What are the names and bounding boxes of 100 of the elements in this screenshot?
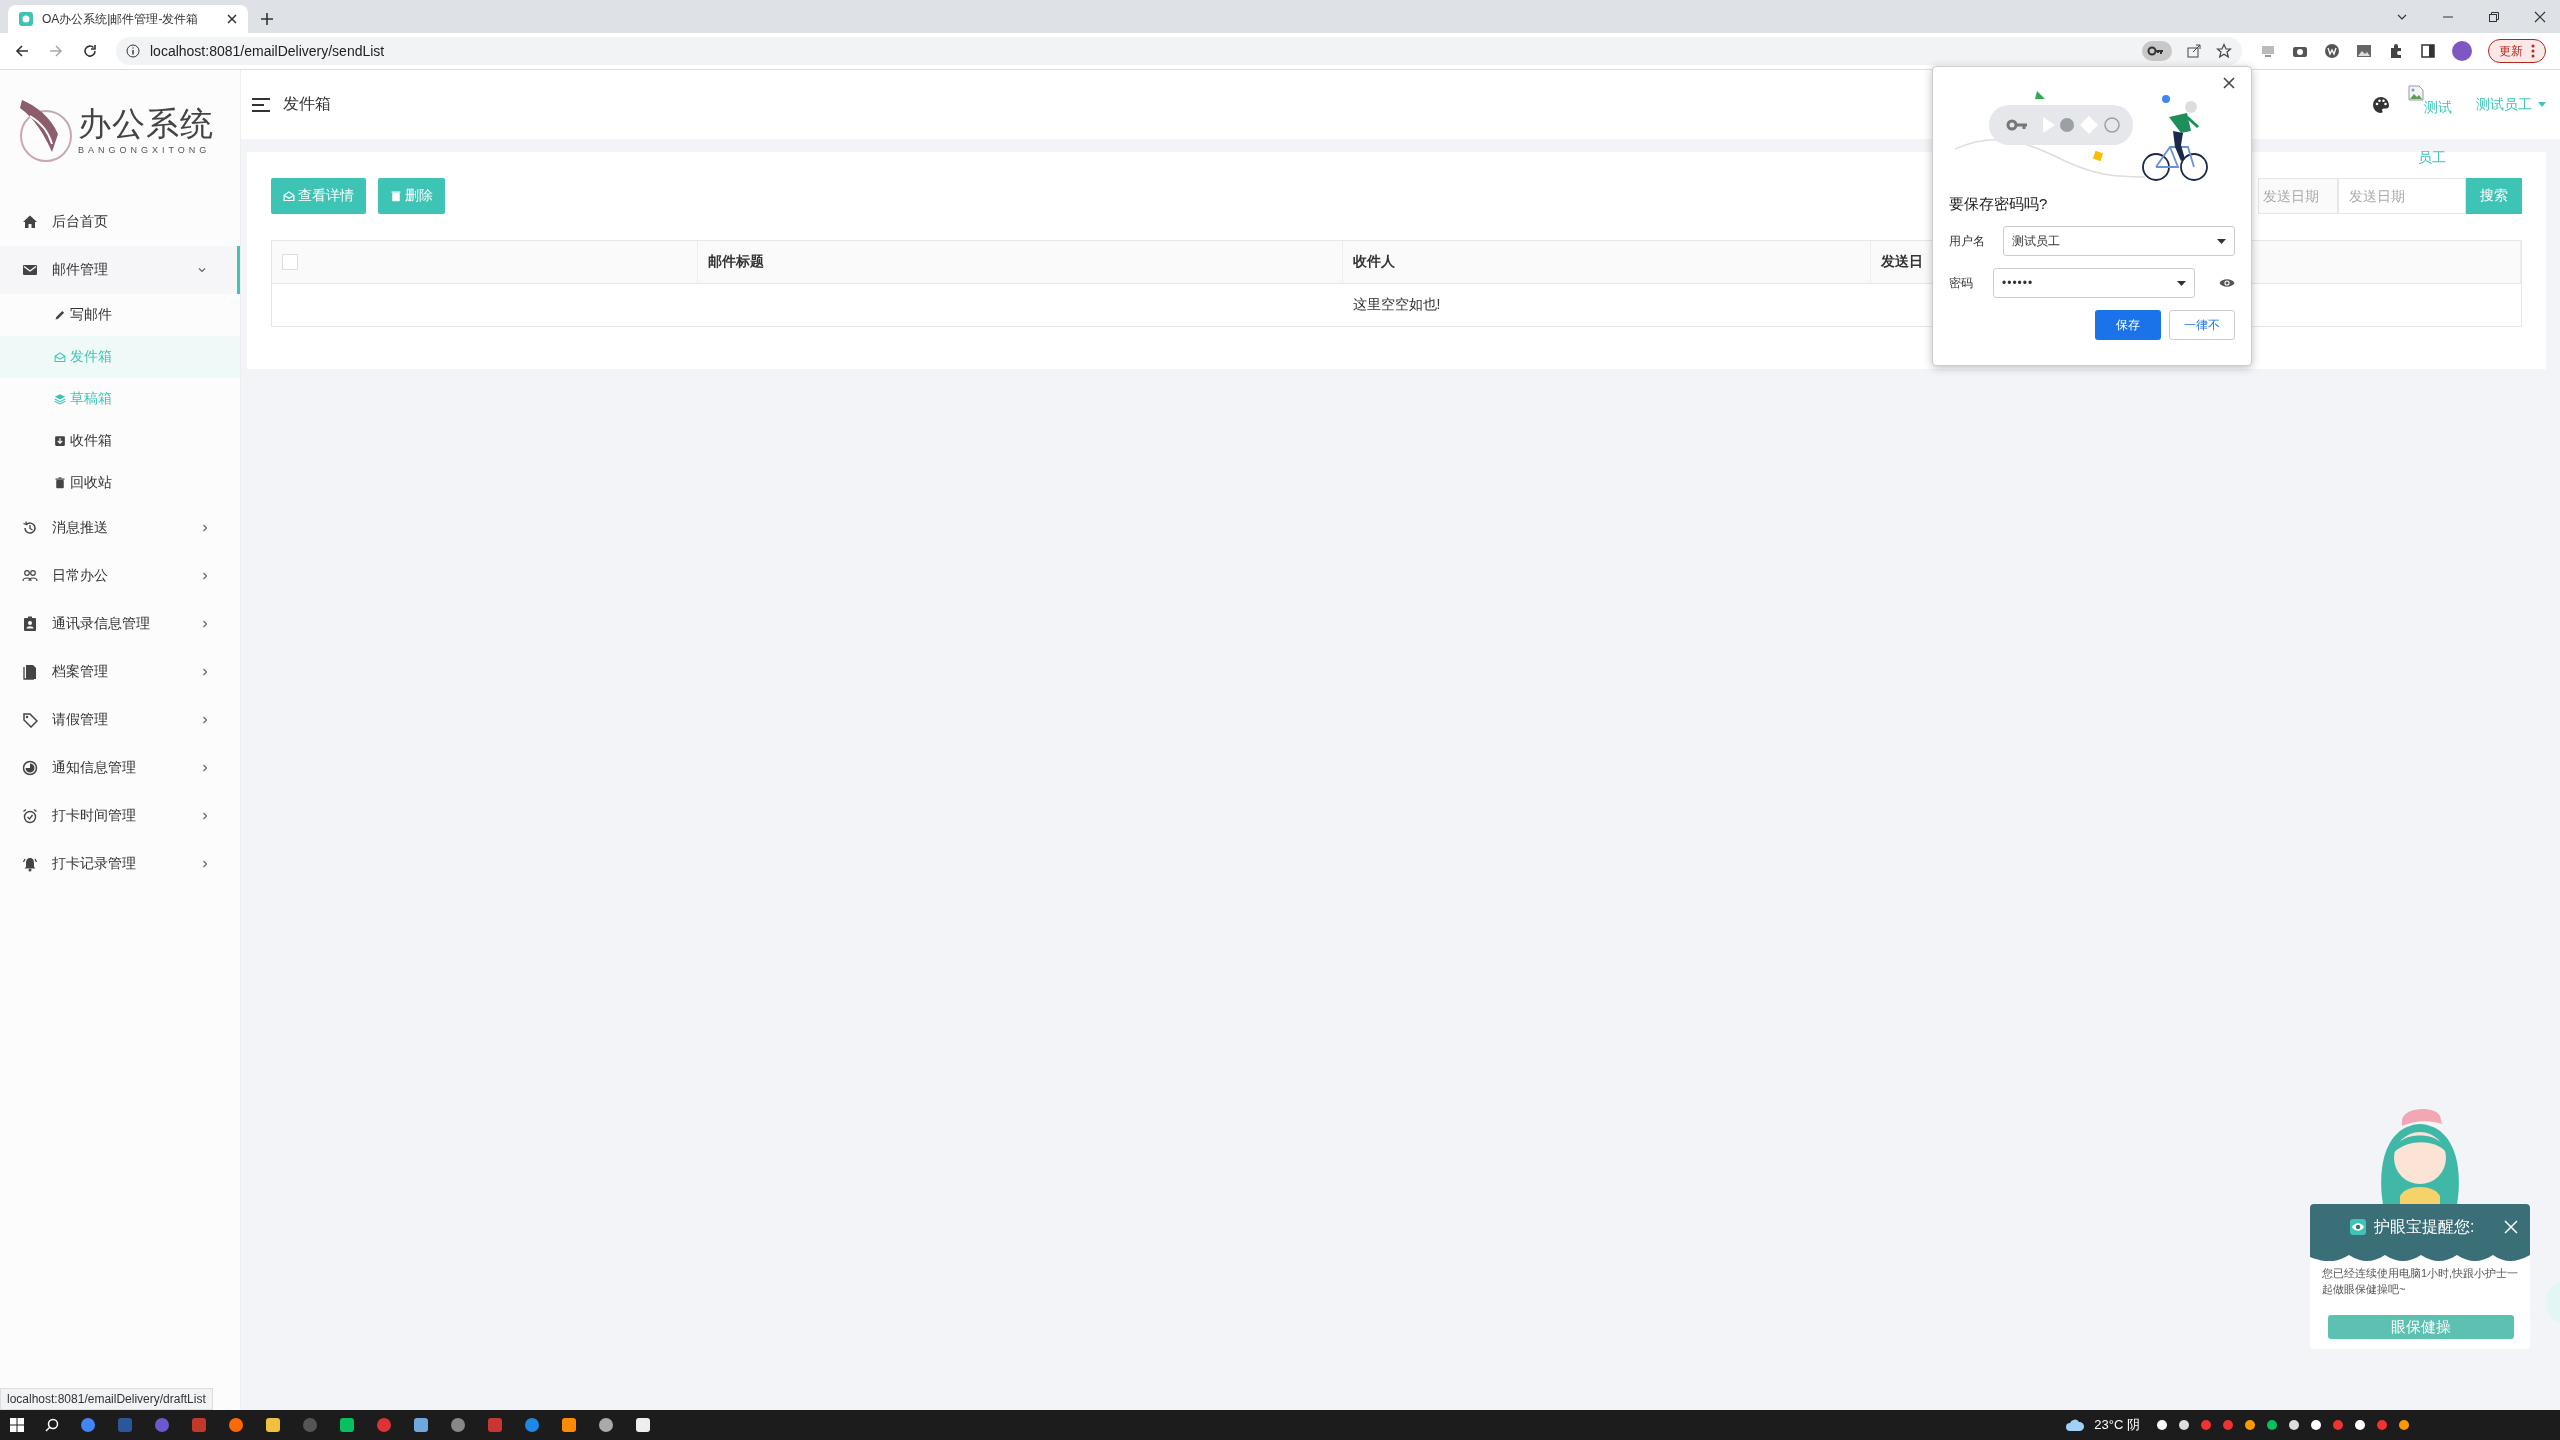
chevron-right-icon (200, 715, 210, 725)
restore-icon[interactable] (2488, 10, 2500, 23)
submenu-item[interactable]: 收件箱 (0, 420, 240, 462)
date-field[interactable]: 发送日期 (2338, 178, 2466, 214)
tray-icon[interactable] (2178, 1419, 2190, 1431)
chevron-right-icon (200, 859, 210, 869)
app-icon[interactable] (228, 1417, 244, 1433)
menu-item[interactable]: 档案管理 (0, 648, 240, 696)
save-button[interactable]: 保存 (2095, 310, 2161, 340)
tray-icon[interactable] (2310, 1419, 2322, 1431)
trash-icon (390, 190, 402, 202)
tray-icon[interactable] (2244, 1419, 2256, 1431)
chevron-right-icon (200, 763, 210, 773)
caret-down-icon (2217, 238, 2226, 244)
menu-item[interactable]: 打卡记录管理 (0, 840, 240, 888)
app-icon[interactable] (339, 1417, 355, 1433)
caret-down-icon (2177, 280, 2186, 286)
tab-title: OA办公系统|邮件管理-发件箱 (42, 10, 200, 28)
menu-item[interactable]: 邮件管理 (0, 246, 240, 294)
avatar-alt-text: 员工 (2418, 148, 2446, 167)
chevron-right-icon (200, 619, 210, 629)
reload-icon[interactable] (82, 43, 98, 59)
app-icon[interactable] (561, 1417, 577, 1433)
tray-icon[interactable] (2288, 1419, 2300, 1431)
menu-item[interactable]: 通讯录信息管理 (0, 600, 240, 648)
image-icon[interactable] (2356, 43, 2372, 59)
open-envelope-icon (283, 190, 295, 202)
app-icon[interactable] (598, 1417, 614, 1433)
field-label: 密码 (1949, 274, 1974, 292)
menu-icon[interactable] (251, 96, 271, 113)
windows-start-icon[interactable] (10, 1418, 24, 1432)
dialog-title: 要保存密码吗? (1949, 195, 2049, 214)
chevron-down-icon (197, 265, 207, 275)
chevron-right-icon (200, 811, 210, 821)
history-icon (22, 520, 38, 536)
reminder-title: 护眼宝提醒您: (2374, 1216, 2476, 1237)
chevron-right-icon (200, 667, 210, 677)
eye-icon[interactable] (2219, 277, 2235, 289)
mail-icon (22, 262, 38, 278)
star-icon[interactable] (2216, 43, 2232, 59)
home-icon (22, 214, 38, 230)
checkbox[interactable] (282, 254, 298, 270)
menu-item[interactable]: 通知信息管理 (0, 744, 240, 792)
search-icon[interactable] (45, 1418, 59, 1432)
tray-icon[interactable] (2354, 1419, 2366, 1431)
contact-card-icon (22, 616, 38, 632)
alarm-clock-icon (22, 808, 38, 824)
close-icon[interactable] (226, 13, 238, 25)
pie-icon (22, 760, 38, 776)
puzzle-icon[interactable] (2388, 43, 2404, 59)
app-icon[interactable] (635, 1417, 651, 1433)
menu-item[interactable]: 消息推送 (0, 504, 240, 552)
eye-icon (2350, 1219, 2366, 1235)
status-url: localhost:8081/emailDelivery/draftList (0, 1388, 213, 1410)
address-bar[interactable]: localhost:8081/emailDelivery/sendList (116, 37, 2242, 65)
profile-avatar-icon[interactable] (2452, 41, 2472, 61)
browser-tab[interactable]: OA办公系统|邮件管理-发件箱 (8, 5, 248, 33)
document-icon (22, 664, 38, 680)
update-button[interactable]: 更新 (2488, 39, 2546, 63)
app-icon[interactable] (265, 1417, 281, 1433)
app-icon[interactable] (413, 1417, 429, 1433)
logo-title: 办公系统 (78, 104, 214, 144)
submenu-item[interactable]: 写邮件 (0, 294, 240, 336)
page-title: 发件箱 (283, 94, 331, 114)
tray-icon[interactable] (2398, 1419, 2410, 1431)
submenu-item[interactable]: 回收站 (0, 462, 240, 504)
tag-icon (22, 712, 38, 728)
palette-icon[interactable] (2372, 95, 2390, 114)
menu-item[interactable]: 后台首页 (0, 198, 240, 246)
field-label: 用户名 (1949, 232, 1986, 250)
open-envelope-icon (54, 351, 66, 363)
extension-icon[interactable] (2324, 43, 2340, 59)
empty-message: 这里空空如也! (1352, 296, 1441, 314)
site-icon (18, 11, 34, 27)
url-text: localhost:8081/emailDelivery/sendList (150, 43, 385, 59)
key-icon[interactable] (2142, 41, 2172, 61)
never-button[interactable]: 一律不 (2169, 310, 2235, 340)
date-field[interactable]: 发送日期 (2258, 178, 2338, 214)
back-icon[interactable] (14, 43, 30, 59)
tray-icon[interactable] (2266, 1419, 2278, 1431)
side-panel-icon[interactable] (2420, 43, 2436, 59)
username-dropdown[interactable]: 测试员工 (2003, 226, 2235, 256)
weather-text: 23°C 阴 (2094, 1416, 2140, 1434)
share-icon[interactable] (2186, 43, 2202, 59)
broken-image-icon (2408, 84, 2424, 101)
close-icon[interactable] (2534, 10, 2546, 23)
caret-down-icon (2538, 102, 2546, 107)
menu-item[interactable]: 请假管理 (0, 696, 240, 744)
close-icon[interactable] (2223, 77, 2235, 89)
pencil-icon (54, 309, 66, 321)
tray-icon[interactable] (2156, 1419, 2168, 1431)
trash-icon (54, 477, 66, 489)
reminder-message: 您已经连续使用电脑1小时,快跟小护士一起做眼保健操吧~ (2321, 1266, 2520, 1297)
menu-item[interactable]: 打卡时间管理 (0, 792, 240, 840)
column-header: 发送日 (1881, 253, 1923, 271)
column-header: 收件人 (1353, 253, 1395, 271)
new-tab-icon[interactable] (260, 12, 274, 26)
more-icon (2531, 44, 2535, 58)
password-dropdown[interactable]: •••••• (1993, 268, 2195, 298)
menu-item[interactable]: 日常办公 (0, 552, 240, 600)
